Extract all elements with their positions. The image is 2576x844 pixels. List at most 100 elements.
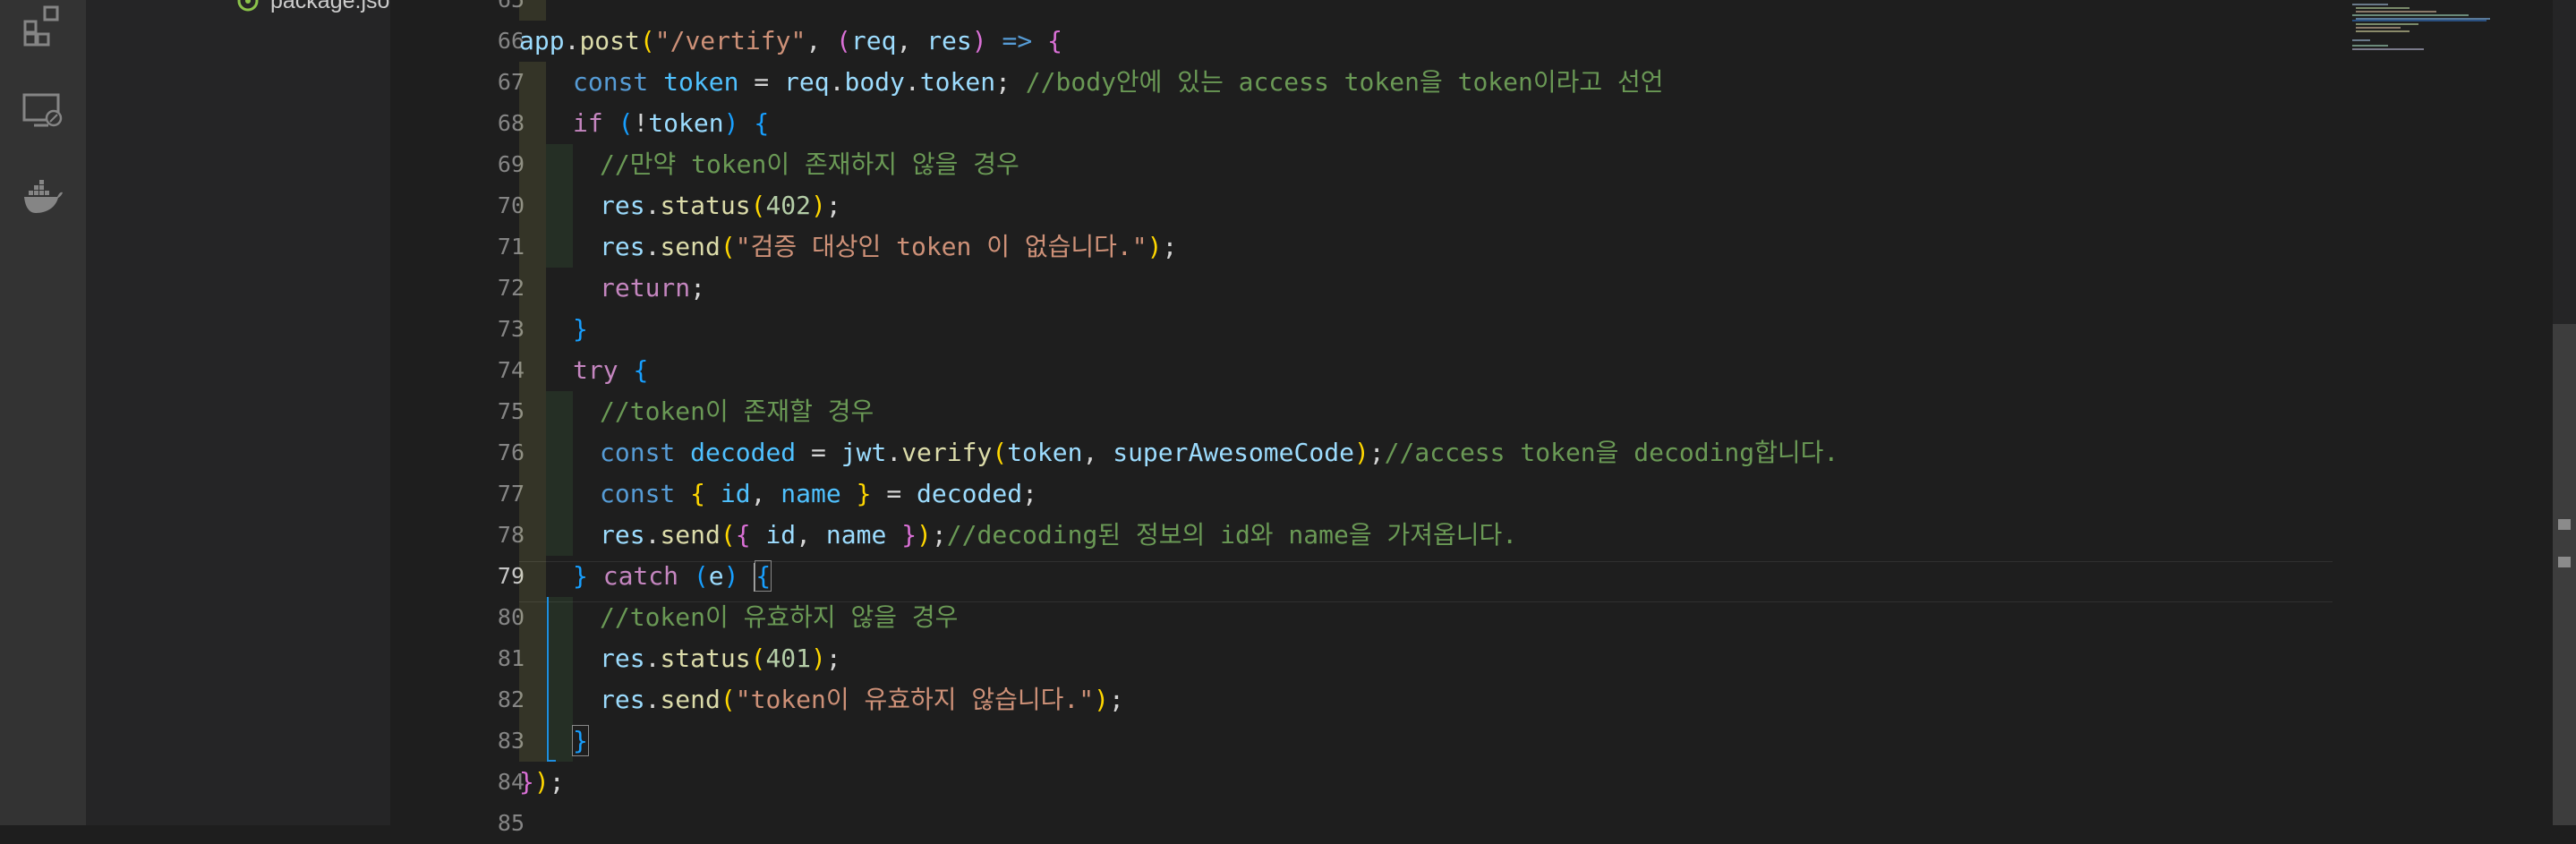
token: id <box>705 479 751 508</box>
token: ( <box>992 438 1008 467</box>
explorer-panel: package.json <box>86 0 402 825</box>
activity-bar <box>0 0 86 825</box>
token: const <box>600 479 691 508</box>
line-number: 73 <box>497 316 525 342</box>
token: //access token을 decoding합니다. <box>1384 438 1839 467</box>
token: ) <box>533 767 550 797</box>
remote-explorer-icon[interactable] <box>21 90 64 132</box>
token: ) <box>723 108 739 138</box>
line-number: 85 <box>497 810 525 836</box>
token: ) <box>1147 232 1163 261</box>
scrollbar-thumb[interactable] <box>2553 324 2576 825</box>
token: ! <box>633 108 649 138</box>
token: ( <box>720 685 736 714</box>
token: ) <box>811 191 826 220</box>
token: => <box>986 26 1048 55</box>
token: ; <box>549 767 565 797</box>
token: { <box>735 520 751 550</box>
token: res <box>600 520 645 550</box>
token: try <box>573 355 634 385</box>
minimap-line <box>2356 27 2401 29</box>
line-number: 75 <box>497 398 525 424</box>
token: , <box>806 26 837 55</box>
token: . <box>644 191 661 220</box>
token: name <box>765 479 857 508</box>
minimap-line <box>2352 20 2486 21</box>
token: req <box>784 67 830 97</box>
token: jwt <box>840 438 887 467</box>
token: } <box>573 561 588 591</box>
token: ( <box>720 232 736 261</box>
token: verify <box>901 438 993 467</box>
token: send <box>660 232 721 261</box>
explorer-file-item[interactable]: package.json <box>235 0 402 14</box>
code-line: try { <box>573 350 648 391</box>
minimap-line <box>2356 7 2410 9</box>
token: res <box>926 26 972 55</box>
token: } <box>519 767 534 797</box>
token: req <box>850 26 897 55</box>
code-line: //만약 token이 존재하지 않을 경우 <box>600 144 1019 185</box>
explorer-file-label: package.json <box>270 0 403 13</box>
token: //token이 유효하지 않을 경우 <box>600 602 959 632</box>
token: } <box>856 479 872 508</box>
code-area[interactable]: app.post("/vertify", (req, res) => { con… <box>519 0 2444 825</box>
token: "검증 대상인 token 이 없습니다." <box>735 232 1147 261</box>
minimap-line <box>2356 11 2436 13</box>
token: send <box>660 520 721 550</box>
line-number: 77 <box>497 481 525 507</box>
line-number: 78 <box>497 522 525 548</box>
minimap-line <box>2352 48 2424 50</box>
extensions-icon[interactable] <box>21 4 64 47</box>
gear-icon <box>237 0 259 12</box>
code-line: } <box>572 720 589 762</box>
token: . <box>644 520 661 550</box>
line-number: 83 <box>497 728 525 754</box>
token: //decoding된 정보의 id와 name을 가져옵니다. <box>946 520 1518 550</box>
token: ( <box>639 26 655 55</box>
token: ; <box>995 67 1026 97</box>
token: ; <box>1109 685 1124 714</box>
line-number: 71 <box>497 234 525 260</box>
line-number: 80 <box>497 604 525 630</box>
token: const <box>573 67 664 97</box>
code-line: res.status(402); <box>600 185 841 226</box>
code-line: //token이 존재할 경우 <box>600 391 874 432</box>
token: superAwesomeCode <box>1113 438 1354 467</box>
token: , <box>896 26 927 55</box>
indent-guide-band <box>546 597 573 762</box>
line-number: 82 <box>497 686 525 712</box>
token: = <box>871 479 917 508</box>
token: post <box>579 26 640 55</box>
token: token <box>648 108 724 138</box>
token: token <box>1007 438 1083 467</box>
code-editor[interactable]: 65 66 67 68 69 70 71 72 73 74 75 76 77 7… <box>390 0 2576 836</box>
token: { <box>755 560 772 592</box>
indent-guide-band <box>546 391 573 556</box>
token: //token이 존재할 경우 <box>600 396 874 426</box>
line-number: 72 <box>497 275 525 301</box>
line-number-current: 79 <box>497 563 525 589</box>
code-line: res.send({ id, name });//decoding된 정보의 i… <box>600 515 1517 556</box>
docker-icon[interactable] <box>21 175 64 218</box>
scrollbar-marker <box>2558 519 2571 530</box>
code-line: const { id, name } = decoded; <box>600 473 1037 515</box>
token: { <box>690 479 706 508</box>
line-number: 84 <box>497 769 525 795</box>
token: ) <box>1353 438 1369 467</box>
token: res <box>600 644 645 673</box>
token: } <box>901 520 917 550</box>
token: res <box>600 191 645 220</box>
token: //body안에 있는 access token을 token이라고 선언 <box>1025 67 1664 97</box>
minimap[interactable] <box>2345 0 2576 825</box>
indent-guide-band <box>519 62 546 762</box>
token: { <box>633 355 649 385</box>
token: ; <box>825 191 841 220</box>
token: catch <box>602 561 694 591</box>
token: ) <box>971 26 987 55</box>
token: ; <box>1162 232 1178 261</box>
token: send <box>660 685 721 714</box>
